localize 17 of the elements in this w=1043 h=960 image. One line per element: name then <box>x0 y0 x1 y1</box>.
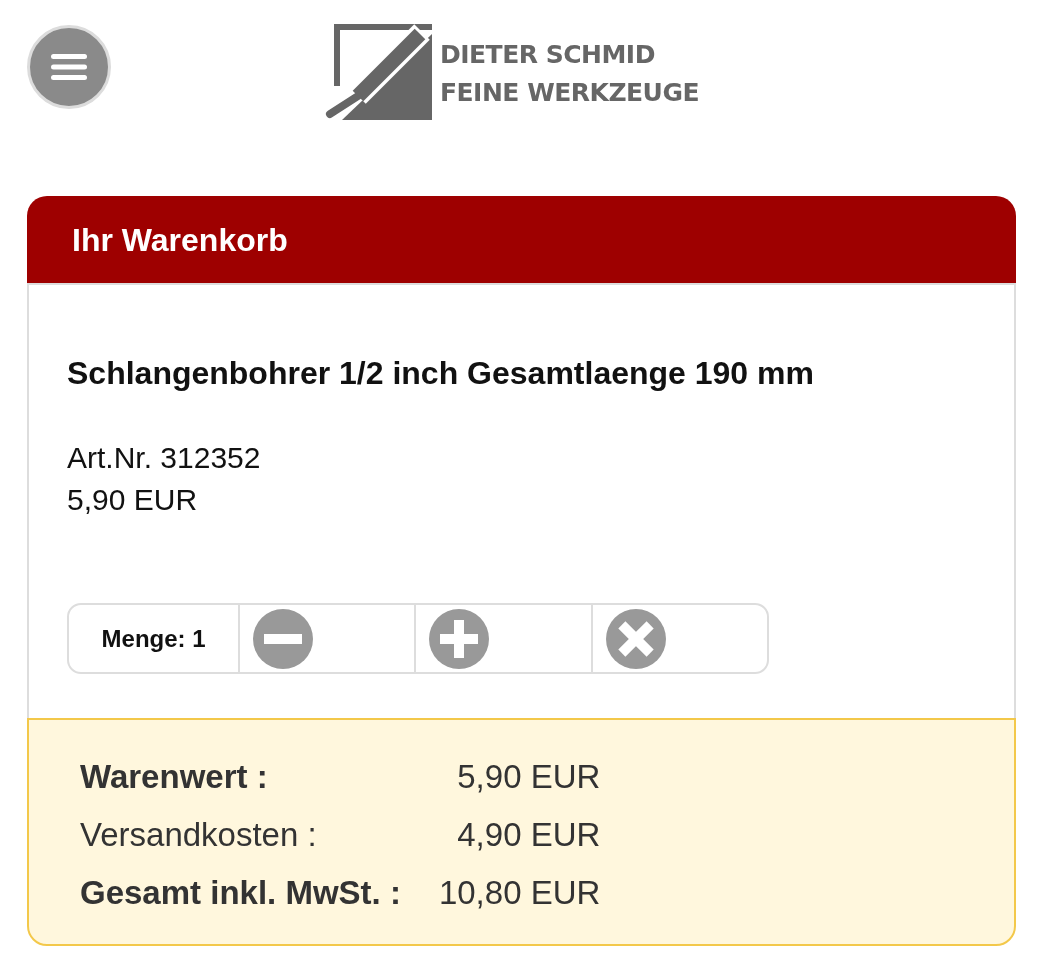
product-price: 5,90 EUR <box>67 482 199 518</box>
logo-text: FEINE WERKZEUGE <box>439 77 699 109</box>
summary-value: 4,90 EUR <box>456 815 601 855</box>
logo-text: DIETER SCHMID <box>439 39 656 71</box>
plus-icon <box>429 608 490 669</box>
summary-label: Warenwert : <box>80 757 269 797</box>
minus-icon <box>253 608 314 669</box>
product-title: Schlangenbohrer 1/2 inch Gesamtlaenge 190 mm <box>67 354 815 393</box>
summary-label: Versandkosten : <box>80 815 318 855</box>
summary-value: 5,90 EUR <box>456 757 601 797</box>
menu-icon <box>51 54 87 80</box>
quantity-label: Menge: 1 <box>101 624 206 653</box>
summary-label: Gesamt inkl. MwSt. : <box>80 873 401 913</box>
article-number: Art.Nr. 312352 <box>67 440 262 476</box>
close-icon <box>605 608 666 669</box>
cart-title: Ihr Warenkorb <box>72 220 288 260</box>
summary-value: 10,80 EUR <box>438 873 601 913</box>
